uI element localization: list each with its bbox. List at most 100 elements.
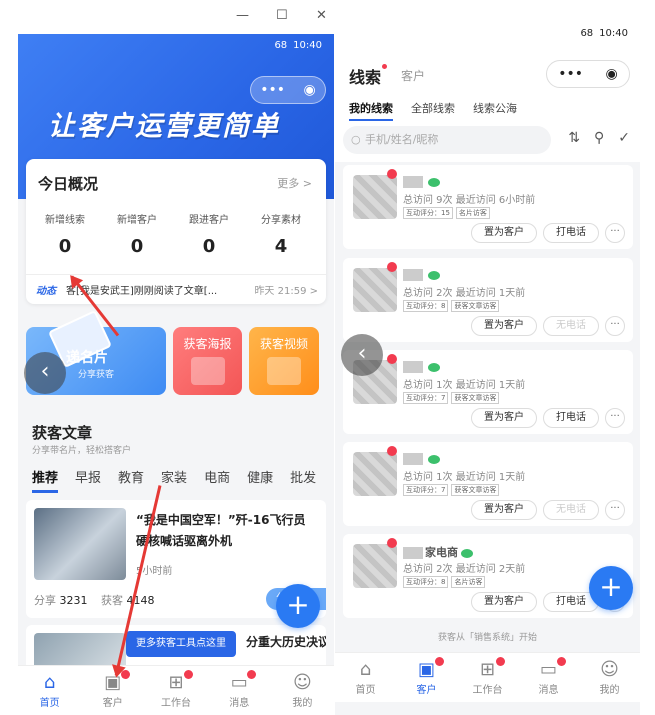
nav-messages[interactable]: ▭ 消息 xyxy=(208,666,271,715)
tab-leads-title[interactable]: 线索 xyxy=(349,64,388,88)
avatar xyxy=(353,452,397,496)
check-icon[interactable]: ✓ xyxy=(618,130,630,146)
sort-icon[interactable]: ⇅ xyxy=(568,130,580,146)
profile-icon: ☺ xyxy=(600,659,619,680)
nav-home[interactable]: ⌂ 首页 xyxy=(18,666,81,715)
share-label: 分享 xyxy=(34,594,56,607)
tab-recommend[interactable]: 推荐 xyxy=(32,467,59,493)
stat-label: 新增线索 xyxy=(45,215,85,226)
score-chip: 互动评分：15 xyxy=(403,207,453,219)
call-button[interactable]: 无电话 xyxy=(543,316,599,336)
maximize-button[interactable]: ☐ xyxy=(276,8,288,23)
avatar xyxy=(353,268,397,312)
masked-name xyxy=(403,269,423,281)
more-icon[interactable]: ••• xyxy=(558,66,583,82)
stat-new-customers[interactable]: 新增客户 0 xyxy=(102,211,172,257)
tab-wholesale[interactable]: 批发 xyxy=(290,467,316,493)
tab-my-leads[interactable]: 我的线索 xyxy=(349,100,393,121)
badge-dot xyxy=(387,354,397,364)
nav-messages[interactable]: ▭ 消息 xyxy=(518,653,579,702)
stat-new-leads[interactable]: 新增线索 0 xyxy=(30,211,100,257)
tab-ecommerce[interactable]: 电商 xyxy=(204,467,230,493)
overview-more-link[interactable]: 更多 > xyxy=(277,175,312,191)
filter-icon[interactable]: ⚲ xyxy=(594,130,604,146)
mini-program-capsule: ••• ◉ xyxy=(250,76,326,104)
tab-morning[interactable]: 早报 xyxy=(75,467,101,493)
source-chip: 名片访客 xyxy=(451,576,486,588)
close-target-icon[interactable]: ◉ xyxy=(606,66,618,82)
set-customer-button[interactable]: 置为客户 xyxy=(471,592,537,612)
share-count: 3231 xyxy=(59,594,88,607)
video-tile[interactable]: 获客视频 xyxy=(249,327,319,395)
close-button[interactable]: ✕ xyxy=(316,8,327,23)
set-customer-button[interactable]: 置为客户 xyxy=(471,500,537,520)
stat-follow-customers[interactable]: 跟进客户 0 xyxy=(174,211,244,257)
tab-lead-pool[interactable]: 线索公海 xyxy=(473,100,517,121)
source-chip: 获客文章访客 xyxy=(451,484,500,496)
lead-actions: 置为客户 无电话 ··· xyxy=(471,500,625,520)
add-fab-button[interactable]: + xyxy=(276,584,320,628)
nav-customer[interactable]: ▣ 客户 xyxy=(396,653,457,702)
nav-workbench[interactable]: ⊞ 工作台 xyxy=(457,653,518,702)
lead-card[interactable]: 总访问 1次 最近访问 1天前 互动评分：7 获客文章访客 置为客户 打电话 ··· xyxy=(343,350,633,434)
search-input[interactable]: 手机/姓名/昵称 xyxy=(343,126,551,154)
article-category-tabs: 推荐 早报 教育 家装 电商 健康 批发 xyxy=(32,467,316,493)
banner-slogan: 让客户运营更简单 xyxy=(48,111,280,142)
nav-label: 我的 xyxy=(292,698,313,709)
tools-tooltip[interactable]: 更多获客工具点这里 xyxy=(126,631,236,657)
lead-card[interactable]: 总访问 1次 最近访问 1天前 互动评分：7 获客文章访客 置为客户 无电话 ··· xyxy=(343,442,633,526)
nav-home[interactable]: ⌂ 首页 xyxy=(335,653,396,702)
lead-chips: 互动评分：7 获客文章访客 xyxy=(403,484,500,496)
call-button[interactable]: 打电话 xyxy=(543,223,599,243)
badge-dot xyxy=(387,446,397,456)
badge-dot xyxy=(387,538,397,548)
tool-tiles: 递名片 分享获客 获客海报 获客视频 xyxy=(26,309,326,395)
minimize-button[interactable]: — xyxy=(236,8,249,23)
overview-title: 今日概况 xyxy=(38,175,99,193)
nav-label: 客户 xyxy=(102,698,123,709)
back-button[interactable]: ‹ xyxy=(24,352,66,394)
tab-health[interactable]: 健康 xyxy=(247,467,273,493)
tab-customers-title[interactable]: 客户 xyxy=(401,67,425,84)
score-chip: 互动评分：8 xyxy=(403,300,449,312)
tab-home-decor[interactable]: 家装 xyxy=(161,467,187,493)
lead-actions: 置为客户打电话 ··· xyxy=(471,408,625,428)
set-customer-button[interactable]: 置为客户 xyxy=(471,316,537,336)
set-customer-button[interactable]: 置为客户 xyxy=(471,223,537,243)
nav-mine[interactable]: ☺ 我的 xyxy=(271,666,334,715)
last-visit: 最近访问 2天前 xyxy=(455,564,526,575)
tab-education[interactable]: 教育 xyxy=(118,467,144,493)
nav-label: 消息 xyxy=(538,685,559,696)
more-icon[interactable]: ••• xyxy=(260,82,285,98)
call-button[interactable]: 无电话 xyxy=(543,500,599,520)
more-button[interactable]: ··· xyxy=(605,408,625,428)
status-time: 10:40 xyxy=(293,39,322,51)
poster-tile[interactable]: 获客海报 xyxy=(173,327,242,395)
nav-mine[interactable]: ☺ 我的 xyxy=(579,653,640,702)
nav-workbench[interactable]: ⊞ 工作台 xyxy=(144,666,207,715)
badge-dot xyxy=(387,169,397,179)
title-text: 线索 xyxy=(349,68,382,87)
grid-icon: ⊞ xyxy=(479,659,496,680)
feed-text: 客[我是安武王]刚刚阅读了文章[... xyxy=(66,286,218,297)
set-customer-button[interactable]: 置为客户 xyxy=(471,408,537,428)
call-button[interactable]: 打电话 xyxy=(543,408,599,428)
home-icon: ⌂ xyxy=(43,672,56,693)
lead-card[interactable]: 总访问 2次 最近访问 1天前 互动评分：8 获客文章访客 置为客户 无电话 ··· xyxy=(343,258,633,342)
lead-name xyxy=(403,452,440,465)
lead-card[interactable]: 总访问 9次 最近访问 6小时前 互动评分：15 名片访客 置为客户 打电话 ··· xyxy=(343,165,633,249)
back-button[interactable]: ‹ xyxy=(341,334,383,376)
more-button[interactable]: ··· xyxy=(605,316,625,336)
stat-shared-materials[interactable]: 分享素材 4 xyxy=(246,211,316,257)
lead-card[interactable]: 家电商总访问 2次 最近访问 2天前互动评分：8名片访客置为客户打电话··· xyxy=(343,534,633,618)
more-button[interactable]: ··· xyxy=(605,500,625,520)
last-visit: 最近访问 1天前 xyxy=(455,288,526,299)
add-fab-button[interactable]: + xyxy=(589,566,633,610)
more-button[interactable]: ··· xyxy=(605,223,625,243)
lead-chips: 互动评分：7 获客文章访客 xyxy=(403,392,500,404)
tab-all-leads[interactable]: 全部线索 xyxy=(411,100,455,121)
masked-name xyxy=(403,453,423,465)
badge-dot xyxy=(382,64,388,69)
close-target-icon[interactable]: ◉ xyxy=(304,82,316,98)
list-tools: ⇅ ⚲ ✓ xyxy=(568,130,630,146)
